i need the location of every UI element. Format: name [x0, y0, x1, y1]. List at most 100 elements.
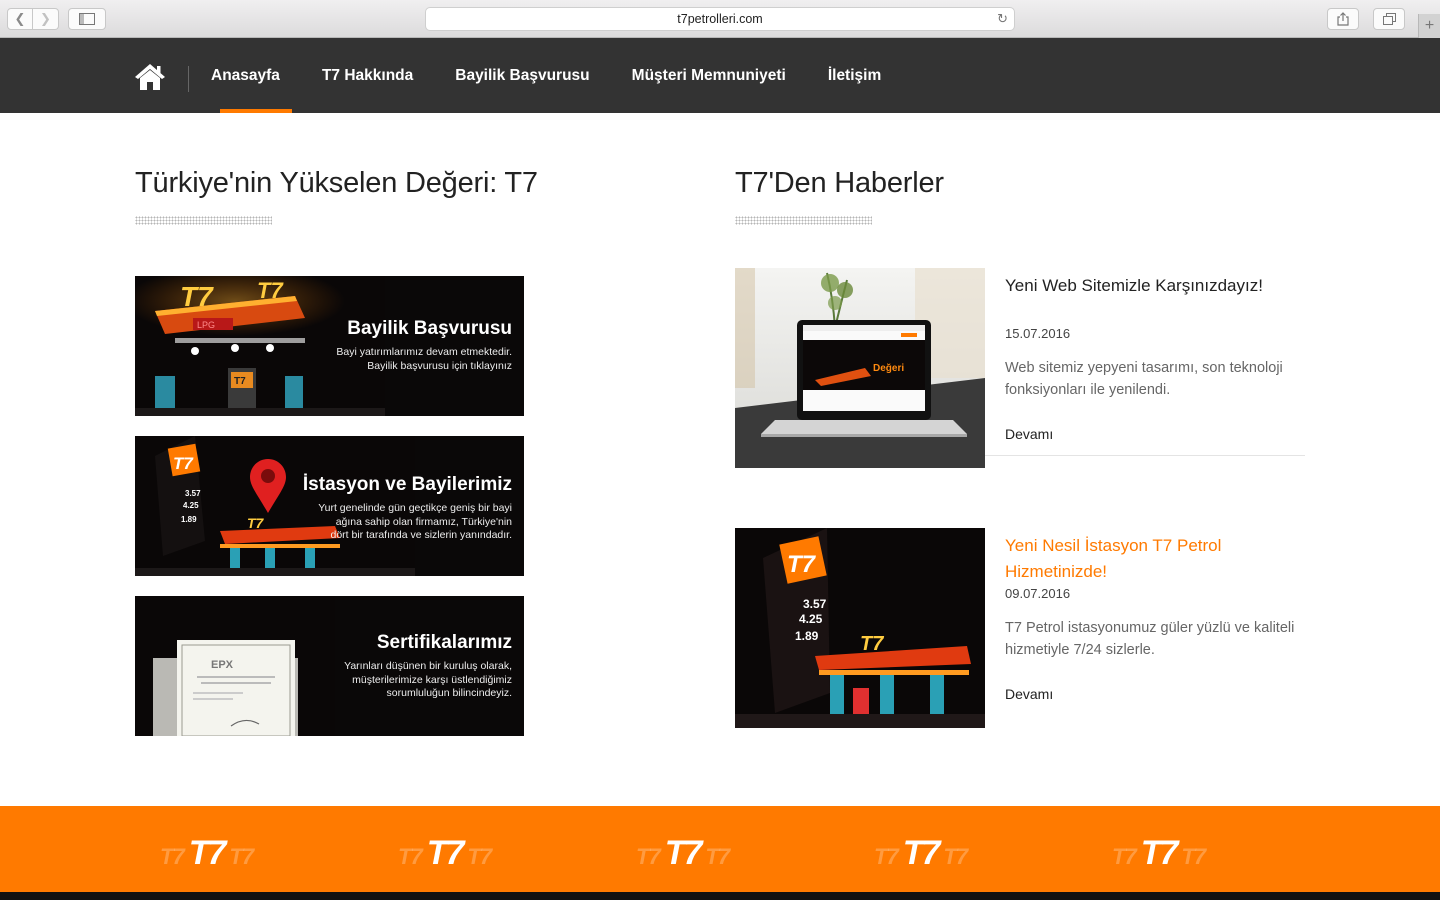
- chevron-right-icon: ❯: [40, 11, 51, 26]
- banner-desc-line: ağına sahip olan firmamız, Türkiye'nin: [335, 515, 512, 528]
- canopy-t7-logo-right: T7: [257, 278, 284, 303]
- banner-title: İstasyon ve Bayilerimiz: [302, 474, 512, 495]
- plus-icon: +: [1424, 17, 1435, 34]
- banner-istasyon-ve-bayilerimiz[interactable]: T7 3.57 4.25 1.89 T7 İstasyon ve Bayiler…: [135, 436, 524, 576]
- news-date: 15.07.2016: [1005, 326, 1071, 341]
- logo-big: T7: [902, 834, 941, 872]
- footer-t7-logo: T7 T7 T7: [1112, 834, 1206, 873]
- banner-desc-line: Bayilik başvurusu için tıklayınız: [367, 359, 512, 372]
- price-3: 1.89: [795, 629, 819, 643]
- banner-desc-line: dört bir tarafında ve sizlerin yanındadı…: [330, 529, 512, 541]
- logo-small-left: T7: [874, 844, 899, 869]
- footer-bottom-bar: [0, 892, 1440, 900]
- show-tabs-button[interactable]: [1373, 8, 1405, 30]
- map-pin-icon: [250, 459, 286, 513]
- logo-small-left: T7: [160, 844, 185, 869]
- right-section-title: T7'Den Haberler: [735, 167, 944, 199]
- logo-big: T7: [188, 834, 227, 872]
- logo-big: T7: [426, 834, 465, 872]
- logo-small-left: T7: [398, 844, 423, 869]
- logo-small-right: T7: [467, 844, 492, 869]
- banner-text: Bayilik Başvurusu Bayi yatırımlarımız de…: [336, 318, 512, 373]
- share-button[interactable]: [1327, 8, 1359, 30]
- history-buttons: ❮ ❯: [7, 8, 59, 30]
- pylon-t7-logo: T7: [173, 454, 194, 473]
- footer-t7-logo: T7 T7 T7: [636, 834, 730, 873]
- nav-item-bayilik-basvurusu[interactable]: Bayilik Başvurusu: [434, 38, 610, 113]
- footer-t7-logo: T7 T7 T7: [874, 834, 968, 873]
- pylon-t7-logo: T7: [787, 551, 817, 578]
- logo-big: T7: [664, 834, 703, 872]
- news-divider: [985, 455, 1305, 456]
- read-more-link[interactable]: Devamı: [1005, 426, 1053, 442]
- logo-small-left: T7: [636, 844, 661, 869]
- logo-small-left: T7: [1112, 844, 1137, 869]
- browser-toolbar: ❮ ❯ t7petrolleri.com ↻ +: [0, 0, 1440, 38]
- laptop-screen-text: Değeri: [873, 363, 904, 374]
- banner-desc-line: sorumluluğun bilincindeyiz.: [386, 687, 512, 699]
- news-title[interactable]: Yeni Nesil İstasyon T7 Petrol Hizmetiniz…: [1005, 533, 1305, 585]
- banner-desc-line: müşterilerimize karşı üstlendiğimiz: [352, 673, 512, 686]
- banner-sertifikalarimiz[interactable]: EPX Sertifikalarımız Yarınları düşünen b…: [135, 596, 524, 736]
- price-2: 4.25: [183, 501, 199, 510]
- price-1: 3.57: [185, 489, 201, 498]
- main-navigation: Anasayfa T7 Hakkında Bayilik Başvurusu M…: [0, 38, 1440, 113]
- back-button[interactable]: ❮: [7, 8, 33, 30]
- chevron-left-icon: ❮: [14, 11, 26, 26]
- banner-desc-line: Yurt genelinde gün geçtikçe geniş bir ba…: [318, 502, 512, 514]
- logo-big: T7: [1140, 834, 1179, 872]
- banner-title: Bayilik Başvurusu: [347, 318, 512, 339]
- canopy-t7-logo: T7: [180, 281, 214, 312]
- left-section-title: Türkiye'nin Yükselen Değeri: T7: [135, 167, 538, 199]
- nav-item-iletisim[interactable]: İletişim: [807, 38, 902, 113]
- home-icon[interactable]: [134, 63, 166, 91]
- news-desc: Web sitemiz yepyeni tasarımı, son teknol…: [1005, 360, 1283, 398]
- logo-small-right: T7: [229, 844, 254, 869]
- certificate-logo-text: EPX: [211, 659, 234, 671]
- sidebar-toggle-button[interactable]: [68, 8, 106, 30]
- forward-button[interactable]: ❯: [33, 8, 59, 30]
- url-text: t7petrolleri.com: [677, 12, 763, 26]
- logo-small-right: T7: [943, 844, 968, 869]
- news-title[interactable]: Yeni Web Sitemizle Karşınızdayız!: [1005, 273, 1305, 299]
- price-3: 1.89: [181, 515, 197, 524]
- banner-text: Sertifikalarımız Yarınları düşünen bir k…: [344, 632, 512, 701]
- sidebar-icon: [79, 13, 95, 25]
- banner-desc-line: Bayi yatırımlarımız devam etmektedir.: [336, 346, 512, 358]
- read-more-link[interactable]: Devamı: [1005, 686, 1053, 702]
- news-image-laptop[interactable]: Değeri: [735, 268, 985, 468]
- title-underline-dots: [735, 216, 872, 225]
- reload-icon[interactable]: ↻: [997, 11, 1008, 27]
- footer-t7-logo: T7 T7 T7: [160, 834, 254, 873]
- nav-menu: Anasayfa T7 Hakkında Bayilik Başvurusu M…: [190, 38, 902, 113]
- certificate-image: EPX: [135, 596, 335, 736]
- logo-small-right: T7: [1181, 844, 1206, 869]
- lpg-sign-text: LPG: [197, 320, 215, 330]
- nav-item-anasayfa[interactable]: Anasayfa: [190, 38, 301, 113]
- banner-desc-line: Yarınları düşünen bir kuruluş olarak,: [344, 660, 512, 672]
- pump-t7-logo: T7: [234, 376, 246, 387]
- tabs-icon: [1382, 13, 1396, 25]
- banner-title: Sertifikalarımız: [376, 632, 512, 653]
- title-underline-dots: [135, 216, 272, 225]
- nav-item-musteri-memnuniyeti[interactable]: Müşteri Memnuniyeti: [611, 38, 807, 113]
- canopy-t7-logo: T7: [247, 515, 265, 531]
- banner-text: İstasyon ve Bayilerimiz Yurt genelinde g…: [303, 474, 512, 543]
- news-desc: T7 Petrol istasyonumuz güler yüzlü ve ka…: [1005, 620, 1295, 658]
- nav-divider: [188, 66, 189, 92]
- price-2: 4.25: [799, 612, 823, 626]
- canopy-t7-logo: T7: [860, 633, 884, 655]
- new-tab-button[interactable]: +: [1418, 14, 1440, 38]
- nav-item-t7-hakkinda[interactable]: T7 Hakkında: [301, 38, 434, 113]
- footer-logo-band: T7 T7 T7 T7 T7 T7 T7 T7 T7 T7 T7 T7 T7 T…: [0, 806, 1440, 892]
- news-image-station[interactable]: T7 3.57 4.25 1.89 T7: [735, 528, 985, 728]
- news-date: 09.07.2016: [1005, 586, 1071, 601]
- station-night-photo: T7 3.57 4.25 1.89 T7: [735, 528, 985, 728]
- footer-t7-logo: T7 T7 T7: [398, 834, 492, 873]
- banner-bayilik-basvurusu[interactable]: T7 T7 LPG T7 Bayilik Başvurusu Bayi yatı…: [135, 276, 524, 416]
- address-bar[interactable]: t7petrolleri.com ↻: [425, 7, 1015, 31]
- laptop-photo: Değeri: [735, 268, 985, 468]
- price-1: 3.57: [803, 597, 827, 611]
- share-icon: [1337, 12, 1349, 26]
- logo-small-right: T7: [705, 844, 730, 869]
